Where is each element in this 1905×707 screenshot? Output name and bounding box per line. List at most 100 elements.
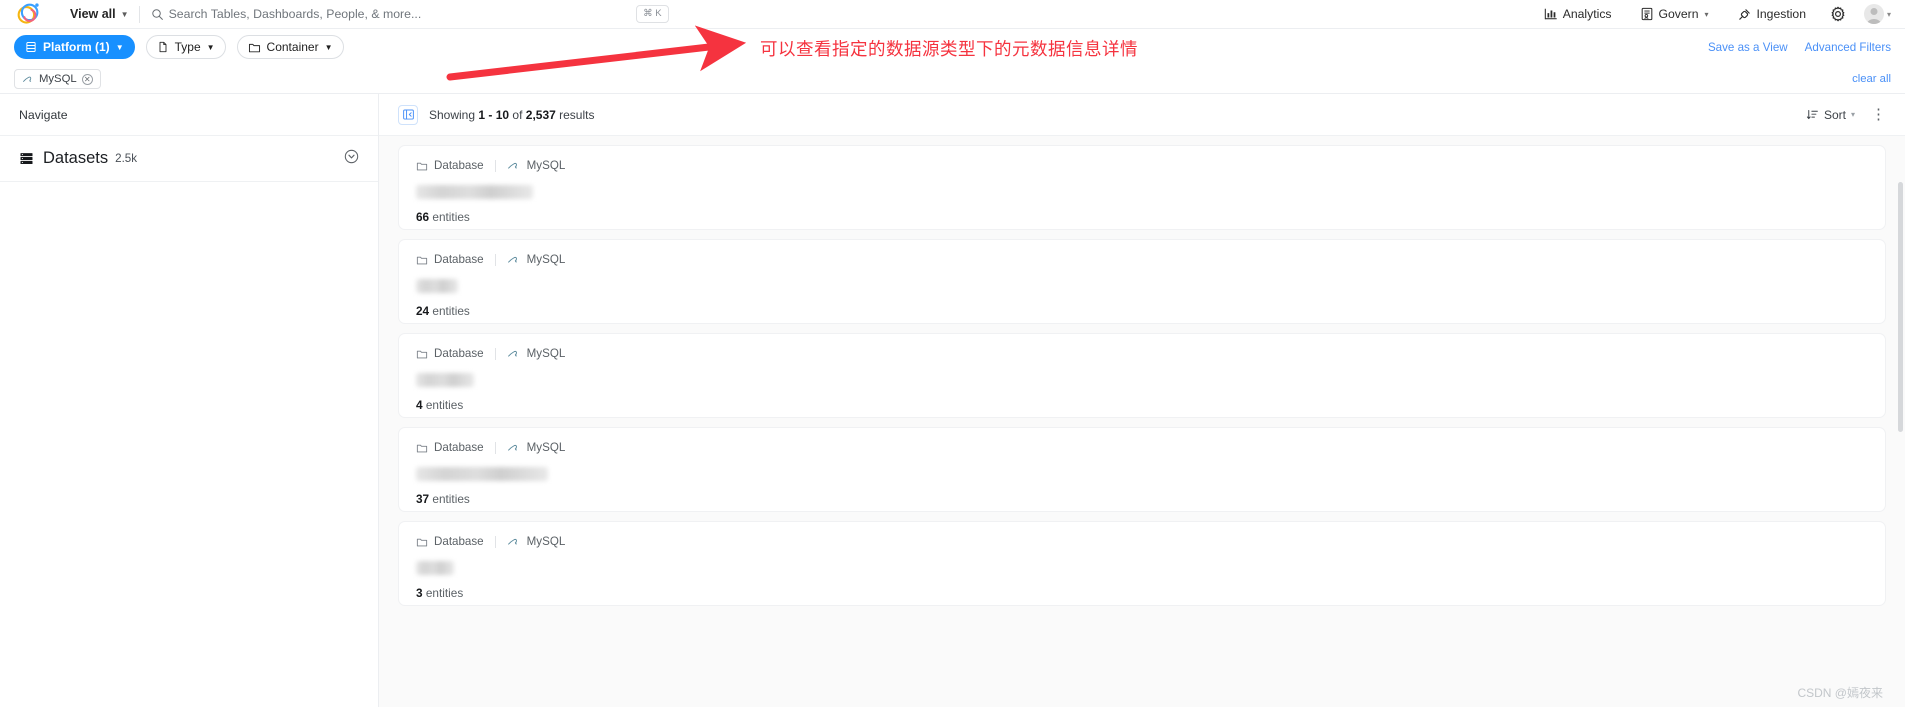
meta-divider	[494, 253, 496, 266]
card-platform: MySQL	[507, 535, 566, 548]
datahub-logo-link[interactable]	[0, 1, 56, 27]
sort-dropdown[interactable]: Sort ▾	[1806, 108, 1855, 122]
user-menu[interactable]: ▾	[1856, 4, 1895, 24]
result-card[interactable]: Database MySQL 37 entities	[398, 427, 1886, 512]
chevron-down-icon: ▾	[1704, 9, 1709, 19]
filter-bar: Platform (1) ▼ Type ▼ Container ▼ Save a…	[0, 29, 1905, 65]
filter-pill-container[interactable]: Container ▼	[236, 35, 344, 59]
nav-govern[interactable]: Govern ▾	[1626, 0, 1723, 29]
result-card[interactable]: Database MySQL 4 entities	[398, 333, 1886, 418]
results-header: Showing 1 - 10 of 2,537 results Sort ▾ ⋮	[379, 94, 1905, 136]
chevron-down-icon: ▾	[1850, 110, 1855, 119]
govern-icon	[1641, 7, 1652, 21]
card-platform-label: MySQL	[526, 253, 566, 266]
card-entity-count: 3 entities	[416, 586, 1868, 600]
filter-pill-platform[interactable]: Platform (1) ▼	[14, 35, 135, 59]
card-metadata: Database MySQL	[416, 535, 1868, 548]
showing-prefix: Showing	[429, 107, 476, 122]
bar-chart-icon	[1544, 8, 1557, 20]
filter-pill-platform-label: Platform (1)	[43, 40, 110, 54]
card-title-redacted	[416, 279, 458, 293]
search-shortcut-badge: ⌘ K	[636, 5, 669, 23]
results-of: of	[512, 107, 523, 122]
card-entity-word: entities	[432, 304, 470, 318]
sidebar-item-datasets[interactable]: Datasets 2.5k	[0, 136, 378, 182]
mysql-icon	[23, 76, 32, 82]
card-metadata: Database MySQL	[416, 347, 1868, 360]
nav-govern-label: Govern	[1658, 7, 1699, 21]
folder-icon	[248, 43, 260, 52]
card-type: Database	[416, 441, 484, 454]
chevron-down-icon: ▾	[1886, 9, 1891, 19]
card-type: Database	[416, 253, 484, 266]
card-entity-number: 3	[416, 586, 423, 600]
card-title-redacted	[416, 467, 548, 481]
results-scrollbar[interactable]	[1898, 182, 1903, 432]
chevron-down-icon: ▼	[324, 42, 333, 52]
card-entity-count: 37 entities	[416, 492, 1868, 506]
results-count-text: Showing 1 - 10 of 2,537 results	[429, 108, 594, 122]
card-title-redacted	[416, 373, 474, 387]
card-entity-number: 37	[416, 492, 430, 506]
card-type-label: Database	[434, 535, 484, 548]
chevron-down-icon[interactable]	[344, 149, 359, 169]
file-icon	[159, 41, 167, 53]
card-entity-number: 4	[416, 398, 423, 412]
card-entity-word: entities	[432, 492, 470, 506]
result-card[interactable]: Database MySQL 24 entities	[398, 239, 1886, 324]
datahub-logo	[17, 3, 39, 24]
plug-icon	[1738, 8, 1750, 20]
meta-divider	[494, 441, 496, 454]
avatar	[1863, 4, 1884, 24]
collapse-sidebar-icon[interactable]	[398, 104, 418, 125]
advanced-filters-link[interactable]: Advanced Filters	[1805, 41, 1891, 54]
card-platform: MySQL	[507, 253, 566, 266]
more-options-button[interactable]: ⋮	[1871, 107, 1886, 122]
results-list[interactable]: Database MySQL 66 entities Database MySQ…	[379, 136, 1905, 707]
card-metadata: Database MySQL	[416, 441, 1868, 454]
card-title-redacted	[416, 561, 454, 575]
card-type-label: Database	[434, 441, 484, 454]
global-search[interactable]: ⌘ K	[151, 0, 675, 28]
card-metadata: Database MySQL	[416, 159, 1868, 172]
card-entity-word: entities	[425, 398, 464, 412]
save-as-view-link[interactable]: Save as a View	[1708, 41, 1788, 54]
filter-pill-container-label: Container	[266, 40, 319, 54]
close-icon[interactable]: ✕	[81, 73, 93, 85]
card-title-redacted	[416, 185, 533, 199]
nav-ingestion[interactable]: Ingestion	[1723, 0, 1820, 29]
filter-pill-type[interactable]: Type ▼	[145, 35, 226, 59]
card-type: Database	[416, 347, 484, 360]
result-card[interactable]: Database MySQL 3 entities	[398, 521, 1886, 606]
card-entity-number: 66	[416, 210, 430, 224]
folder-icon	[416, 538, 428, 546]
chevron-down-icon: ▼	[120, 9, 129, 19]
meta-divider	[494, 347, 496, 360]
database-icon	[26, 42, 36, 52]
result-card[interactable]: Database MySQL 66 entities	[398, 145, 1886, 230]
folder-icon	[416, 350, 428, 358]
filter-chip-mysql-label: MySQL	[39, 73, 77, 85]
clear-all-link[interactable]: clear all	[1852, 73, 1891, 85]
nav-analytics[interactable]: Analytics	[1530, 0, 1626, 29]
view-all-dropdown[interactable]: View all ▼	[56, 0, 139, 28]
card-type-label: Database	[434, 253, 484, 266]
chevron-down-icon: ▼	[206, 42, 215, 52]
card-platform: MySQL	[507, 347, 565, 360]
card-type: Database	[416, 159, 484, 172]
search-icon	[151, 8, 163, 20]
settings-button[interactable]	[1820, 6, 1856, 22]
active-filter-chips: MySQL ✕ clear all	[0, 65, 1905, 94]
filter-chip-mysql[interactable]: MySQL ✕	[14, 69, 101, 89]
nav-analytics-label: Analytics	[1562, 7, 1612, 21]
results-range: 1 - 10	[478, 107, 510, 122]
card-platform-label: MySQL	[526, 535, 566, 548]
search-input[interactable]	[168, 0, 599, 28]
results-header-actions: Sort ▾ ⋮	[1806, 107, 1886, 122]
sort-icon	[1806, 109, 1818, 120]
card-platform-label: MySQL	[526, 441, 566, 454]
folder-icon	[416, 444, 428, 452]
meta-divider	[494, 159, 496, 172]
mysql-icon	[507, 444, 517, 451]
view-all-label: View all	[70, 7, 116, 21]
